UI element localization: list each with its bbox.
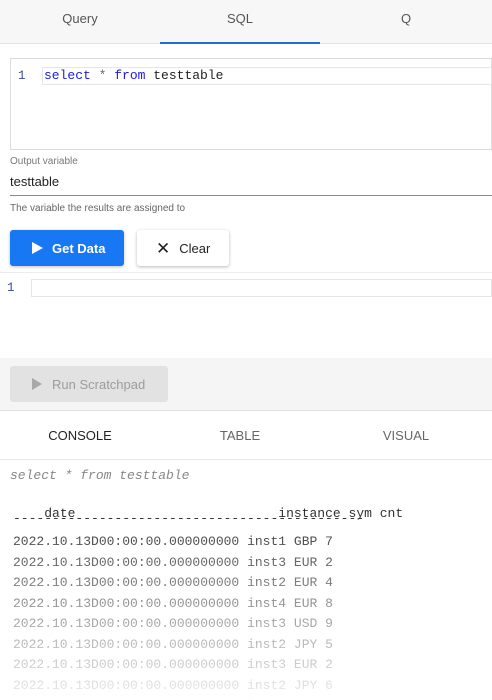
scratchpad-line-number: 1 (7, 281, 15, 295)
console-row: 2022.10.13D00:00:00.000000000 inst4 EUR … (13, 596, 333, 611)
console-cell: inst2 (247, 636, 287, 652)
scratchpad-code-line[interactable] (31, 279, 492, 297)
clear-label: Clear (179, 240, 211, 256)
console-cell: 2 (325, 554, 333, 570)
console-cell: JPY (293, 636, 318, 652)
tab-query[interactable]: Query (0, 0, 160, 44)
close-icon: ✕ (156, 238, 171, 258)
console-row: 2022.10.13D00:00:00.000000000 inst2 JPY … (13, 637, 333, 652)
console-row: 2022.10.13D00:00:00.000000000 inst1 GBP … (13, 534, 333, 549)
tab-console[interactable]: CONSOLE (0, 411, 160, 462)
console-row: 2022.10.13D00:00:00.000000000 inst3 USD … (13, 616, 333, 631)
console-row: 2022.10.13D00:00:00.000000000 inst3 EUR … (13, 555, 333, 570)
editor-line-number: 1 (18, 69, 26, 83)
code-token-keyword: from (114, 68, 146, 83)
output-variable-input[interactable]: testtable (10, 174, 59, 189)
run-scratchpad-label: Run Scratchpad (52, 376, 146, 392)
console-cell: EUR (293, 554, 318, 570)
console-cell: 2022.10.13D00:00:00.000000000 (13, 636, 240, 652)
code-token-identifier: testtable (145, 68, 224, 83)
sql-editor[interactable]: 1 select * from testtable (10, 58, 492, 150)
console-cell: 6 (325, 677, 333, 693)
console-row: 2022.10.13D00:00:00.000000000 inst3 EUR … (13, 657, 333, 672)
console-cell: 2 (325, 657, 333, 672)
output-variable-underline (10, 195, 492, 196)
console-cell: 9 (325, 616, 333, 631)
play-icon (32, 378, 42, 390)
console-row: 2022.10.13D00:00:00.000000000 inst2 JPY … (13, 678, 333, 693)
console-cell: 2022.10.13D00:00:00.000000000 (13, 534, 240, 549)
console-query: select * from testtable (10, 468, 190, 483)
console-column-header: cnt (379, 506, 404, 521)
output-tab-bar: CONSOLE TABLE VISUAL (0, 410, 492, 462)
console-output: select * from testtable date instance sy… (0, 460, 492, 700)
get-data-button[interactable]: Get Data (10, 230, 124, 266)
console-cell: inst3 (247, 616, 287, 631)
console-cell: 2022.10.13D00:00:00.000000000 (13, 595, 240, 611)
code-token-keyword: select (44, 68, 91, 83)
scratchpad-editor[interactable]: 1 (0, 272, 492, 358)
console-cell: 8 (325, 595, 333, 611)
console-cell: EUR (293, 657, 318, 672)
console-cell: EUR (293, 595, 318, 611)
console-cell: inst3 (247, 554, 287, 570)
console-cell: EUR (293, 575, 318, 590)
output-variable-label: Output variable (10, 156, 78, 167)
console-cell: GBP (293, 534, 318, 549)
console-cell: 2022.10.13D00:00:00.000000000 (13, 554, 240, 570)
console-cell: inst4 (247, 595, 287, 611)
tab-sql[interactable]: SQL (160, 0, 320, 44)
console-cell: 2022.10.13D00:00:00.000000000 (13, 677, 240, 693)
console-cell: inst2 (247, 575, 287, 590)
top-tab-bar: Query SQL Q (0, 0, 492, 44)
run-scratchpad-button[interactable]: Run Scratchpad (10, 366, 168, 402)
console-cell: 2022.10.13D00:00:00.000000000 (13, 575, 240, 590)
console-cell: USD (293, 616, 318, 631)
console-cell: 2022.10.13D00:00:00.000000000 (13, 657, 240, 672)
console-separator: ----------------------------------------… (13, 511, 365, 526)
console-cell: inst3 (247, 657, 287, 672)
editor-code-line[interactable]: select * from testtable (42, 67, 492, 85)
console-cell: inst2 (247, 677, 287, 693)
console-cell: 5 (325, 636, 333, 652)
console-row: 2022.10.13D00:00:00.000000000 inst2 EUR … (13, 575, 333, 590)
console-cell: 7 (325, 534, 333, 549)
tab-table[interactable]: TABLE (160, 411, 320, 461)
code-token-operator: * (90, 68, 115, 83)
console-cell: JPY (293, 677, 318, 693)
console-cell: inst1 (247, 534, 287, 549)
console-cell: 4 (325, 575, 333, 590)
tab-q[interactable]: Q (320, 0, 492, 44)
get-data-label: Get Data (52, 240, 106, 256)
output-variable-helper: The variable the results are assigned to (10, 203, 186, 214)
console-cell: 2022.10.13D00:00:00.000000000 (13, 616, 240, 631)
clear-button[interactable]: ✕ Clear (137, 230, 229, 266)
tab-visual[interactable]: VISUAL (320, 411, 492, 461)
play-icon (32, 242, 43, 254)
